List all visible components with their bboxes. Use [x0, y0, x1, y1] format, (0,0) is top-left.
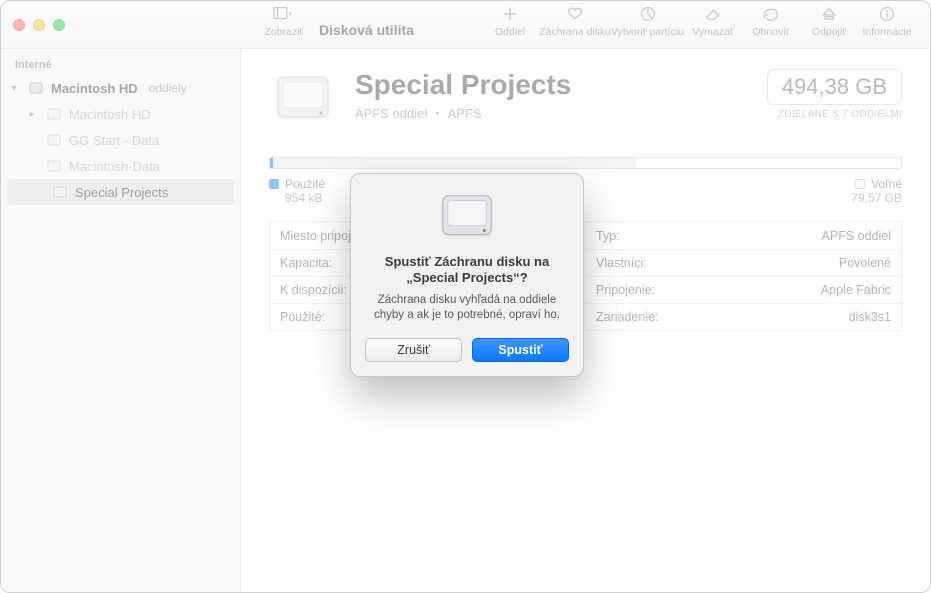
first-aid-dialog: Spustiť Záchranu disku na „Special Proje… [350, 173, 584, 377]
dialog-message: Záchrana disku vyhľadá na oddiele chyby … [365, 293, 569, 324]
run-button[interactable]: Spustiť [472, 338, 569, 362]
dialog-disk-icon [365, 190, 569, 244]
cancel-button[interactable]: Zrušiť [365, 338, 462, 362]
dialog-title: Spustiť Záchranu disku na „Special Proje… [365, 254, 569, 287]
disk-utility-window: Zobraziť Disková utilita Oddiel Záchrana… [0, 0, 931, 593]
